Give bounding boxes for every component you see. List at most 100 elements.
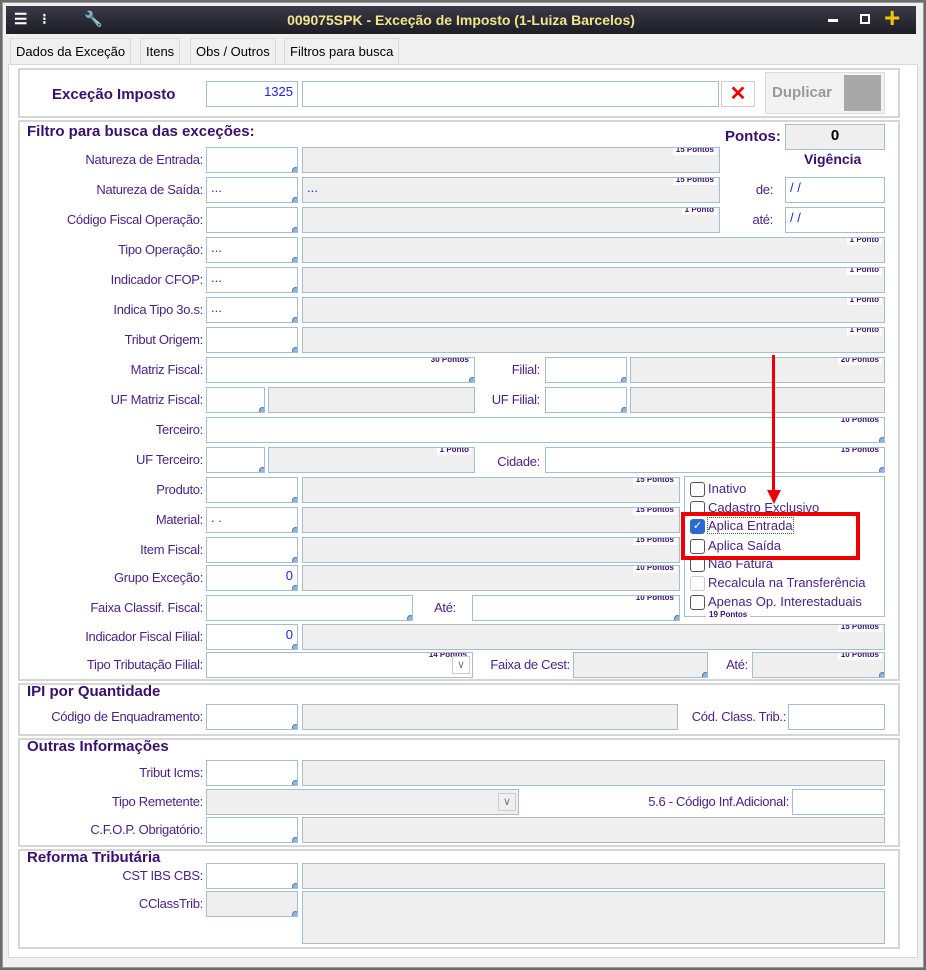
- maximize-icon[interactable]: [860, 14, 870, 24]
- search-icon[interactable]: [292, 257, 297, 262]
- tribOrig-description[interactable]: 1 Ponto: [302, 327, 885, 353]
- cfo-code-input[interactable]: [206, 207, 298, 233]
- faixa-cest-ate-input[interactable]: 10 Pontos: [752, 652, 885, 678]
- checkbox-5[interactable]: [690, 576, 705, 591]
- search-icon[interactable]: [292, 780, 297, 785]
- filial-description[interactable]: 20 Pontos: [630, 357, 885, 383]
- class-trib-input[interactable]: [788, 704, 885, 730]
- terceiro-input[interactable]: 10 Pontos: [206, 417, 885, 443]
- vigencia-de-input[interactable]: / /: [785, 177, 885, 203]
- search-icon[interactable]: [259, 407, 264, 412]
- search-icon[interactable]: [407, 615, 412, 620]
- checkbox-0[interactable]: [690, 482, 705, 497]
- search-icon[interactable]: [621, 407, 626, 412]
- tribut-icms-input[interactable]: [206, 760, 298, 786]
- search-icon[interactable]: [292, 527, 297, 532]
- search-icon[interactable]: [292, 167, 297, 172]
- cfop-obrigatorio-description[interactable]: [302, 817, 885, 843]
- search-icon[interactable]: [292, 883, 297, 888]
- natSaida-description[interactable]: ... 15 Pontos: [302, 177, 720, 203]
- tipo-trib-filial-select[interactable]: 14 Pontos ∨: [206, 652, 473, 678]
- tipo-remetente-select[interactable]: ∨: [206, 789, 519, 815]
- search-icon[interactable]: [292, 724, 297, 729]
- duplicate-button[interactable]: Duplicar: [765, 72, 885, 114]
- cidade-input[interactable]: 15 Pontos: [545, 447, 885, 473]
- header-code-input[interactable]: 1325: [206, 81, 298, 107]
- cst-ibs-cbs-description[interactable]: [302, 863, 885, 889]
- indCfop-code-input[interactable]: ...: [206, 267, 298, 293]
- uf-terceiro-description[interactable]: 1 Ponto: [268, 447, 475, 473]
- tipoOp-description[interactable]: 1 Ponto: [302, 237, 885, 263]
- checkbox-6[interactable]: [690, 595, 705, 610]
- itemFiscal-code-input[interactable]: [206, 537, 298, 563]
- natSaida-code-input[interactable]: ...: [206, 177, 298, 203]
- search-icon[interactable]: [292, 644, 297, 649]
- search-icon[interactable]: [702, 672, 707, 677]
- cst-ibs-cbs-input[interactable]: [206, 863, 298, 889]
- cfo-description[interactable]: 1 Ponto: [302, 207, 720, 233]
- chevron-down-icon[interactable]: ∨: [452, 656, 470, 674]
- search-icon[interactable]: [292, 911, 297, 916]
- search-icon[interactable]: [621, 377, 626, 382]
- faixa-classif-ate-input[interactable]: 10 Pontos: [472, 595, 680, 621]
- minimize-icon[interactable]: [828, 19, 838, 22]
- search-icon[interactable]: [259, 467, 264, 472]
- enquadramento-description[interactable]: [302, 704, 678, 730]
- produto-description[interactable]: 15 Pontos: [302, 477, 680, 503]
- material-code-input[interactable]: . .: [206, 507, 298, 533]
- inf-adicional-input[interactable]: [792, 789, 885, 815]
- tab-obs-outros[interactable]: Obs / Outros: [190, 38, 276, 64]
- tipoOp-code-input[interactable]: ...: [206, 237, 298, 263]
- tribut-icms-description[interactable]: [302, 760, 885, 786]
- tab-dados-da-excecao[interactable]: Dados da Exceção: [10, 38, 132, 64]
- search-icon[interactable]: [292, 497, 297, 502]
- search-icon[interactable]: [469, 377, 474, 382]
- tab-itens[interactable]: Itens: [140, 38, 181, 64]
- search-icon[interactable]: [292, 197, 297, 202]
- uf-matriz-input[interactable]: [206, 387, 265, 413]
- wrench-icon[interactable]: 🔧: [84, 6, 103, 34]
- clear-button[interactable]: ✕: [721, 81, 755, 107]
- plus-icon[interactable]: +: [884, 4, 900, 32]
- search-icon[interactable]: [292, 347, 297, 352]
- natEntrada-code-input[interactable]: [206, 147, 298, 173]
- indTipo-description[interactable]: 1 Ponto: [302, 297, 885, 323]
- filial-code-input[interactable]: [545, 357, 627, 383]
- indTipo-code-input[interactable]: ...: [206, 297, 298, 323]
- enquadramento-input[interactable]: [206, 704, 298, 730]
- material-description[interactable]: 15 Pontos: [302, 507, 680, 533]
- itemFiscal-description[interactable]: 15 Pontos: [302, 537, 680, 563]
- search-icon[interactable]: [292, 227, 297, 232]
- tab-filtros-para-busca[interactable]: Filtros para busca: [284, 38, 400, 64]
- header-description-input[interactable]: [302, 81, 719, 107]
- indFiscFilial-description[interactable]: 15 Pontos: [302, 624, 885, 650]
- natEntrada-description[interactable]: 15 Pontos: [302, 147, 720, 173]
- search-icon[interactable]: [879, 467, 884, 472]
- search-icon[interactable]: [879, 672, 884, 677]
- menu-icon[interactable]: ☰: [14, 6, 27, 34]
- pontos-value[interactable]: 0: [785, 124, 885, 150]
- faixa-cest-input[interactable]: [573, 652, 708, 678]
- matriz-input[interactable]: 30 Pontos: [206, 357, 475, 383]
- vigencia-ate-input[interactable]: / /: [785, 207, 885, 233]
- search-icon[interactable]: [292, 837, 297, 842]
- uf-filial-description[interactable]: [630, 387, 885, 413]
- chevron-down-icon[interactable]: ∨: [498, 793, 516, 811]
- produto-code-input[interactable]: [206, 477, 298, 503]
- uf-terceiro-input[interactable]: [206, 447, 265, 473]
- uf-filial-input[interactable]: [545, 387, 627, 413]
- cfop-obrigatorio-input[interactable]: [206, 817, 298, 843]
- search-icon[interactable]: [879, 437, 884, 442]
- cclasstrib-description[interactable]: [302, 891, 885, 944]
- search-icon[interactable]: [674, 615, 679, 620]
- search-icon[interactable]: [292, 585, 297, 590]
- search-icon[interactable]: [292, 317, 297, 322]
- indCfop-description[interactable]: 1 Ponto: [302, 267, 885, 293]
- cclasstrib-input[interactable]: [206, 891, 298, 917]
- traffic-light-icon[interactable]: ⁝: [42, 6, 47, 34]
- uf-matriz-description[interactable]: [268, 387, 475, 413]
- grupo-code-input[interactable]: 0: [206, 565, 298, 591]
- grupo-description[interactable]: 10 Pontos: [302, 565, 680, 591]
- tribOrig-code-input[interactable]: [206, 327, 298, 353]
- search-icon[interactable]: [292, 287, 297, 292]
